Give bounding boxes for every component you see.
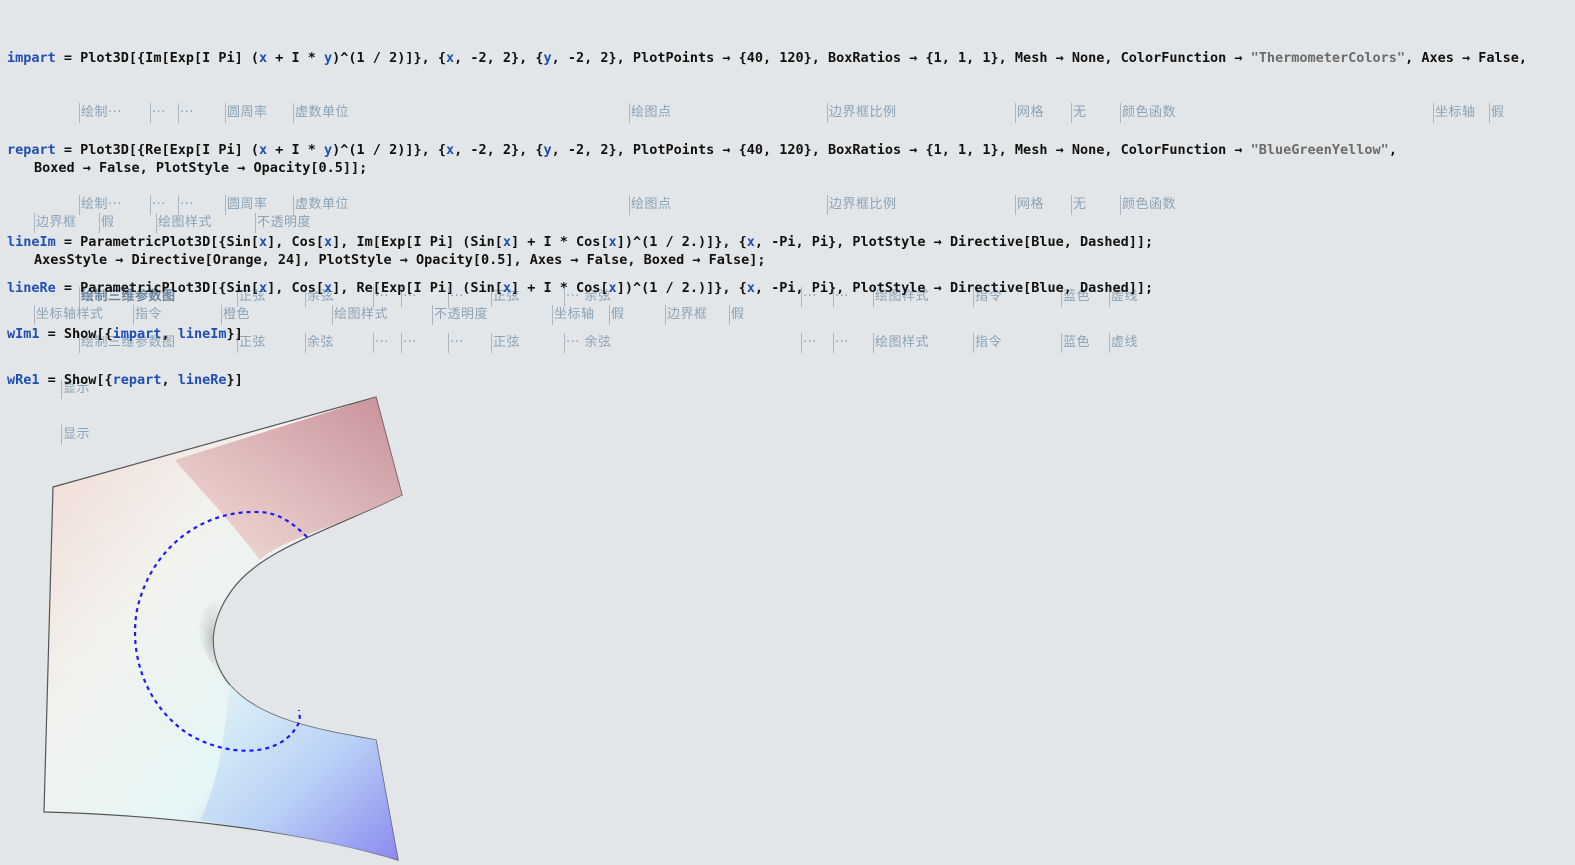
output-3d-graphic[interactable] — [0, 380, 520, 865]
hint-label: 假 — [1489, 103, 1505, 123]
hint-label: 虚线 — [1109, 333, 1138, 353]
hint-label: 绘图样式 — [873, 333, 929, 353]
hint-label: ··· — [448, 333, 464, 353]
surface-lower-lobe — [200, 685, 398, 860]
code-token: impart — [7, 50, 56, 66]
hint-label: ··· — [401, 333, 417, 353]
surface-plot-svg[interactable] — [0, 380, 520, 865]
hint-label: ··· 余弦 — [564, 333, 612, 353]
code-line[interactable]: repart = Plot3D[{Re[Exp[I Pi] (x + I * y… — [7, 141, 1397, 159]
hint-label: ··· — [373, 333, 389, 353]
hint-label: 正弦 — [491, 333, 520, 353]
code-line[interactable]: impart = Plot3D[{Im[Exp[I Pi] (x + I * y… — [7, 49, 1527, 67]
hint-label: ··· — [801, 333, 817, 353]
hint-label: ··· — [833, 333, 849, 353]
hint-label: 坐标轴 — [1433, 103, 1476, 123]
notebook: impart = Plot3D[{Im[Exp[I Pi] (x + I * y… — [0, 0, 1575, 865]
hint-label: 蓝色 — [1061, 333, 1090, 353]
hint-label: 指令 — [973, 333, 1002, 353]
hint-label: 余弦 — [305, 333, 334, 353]
